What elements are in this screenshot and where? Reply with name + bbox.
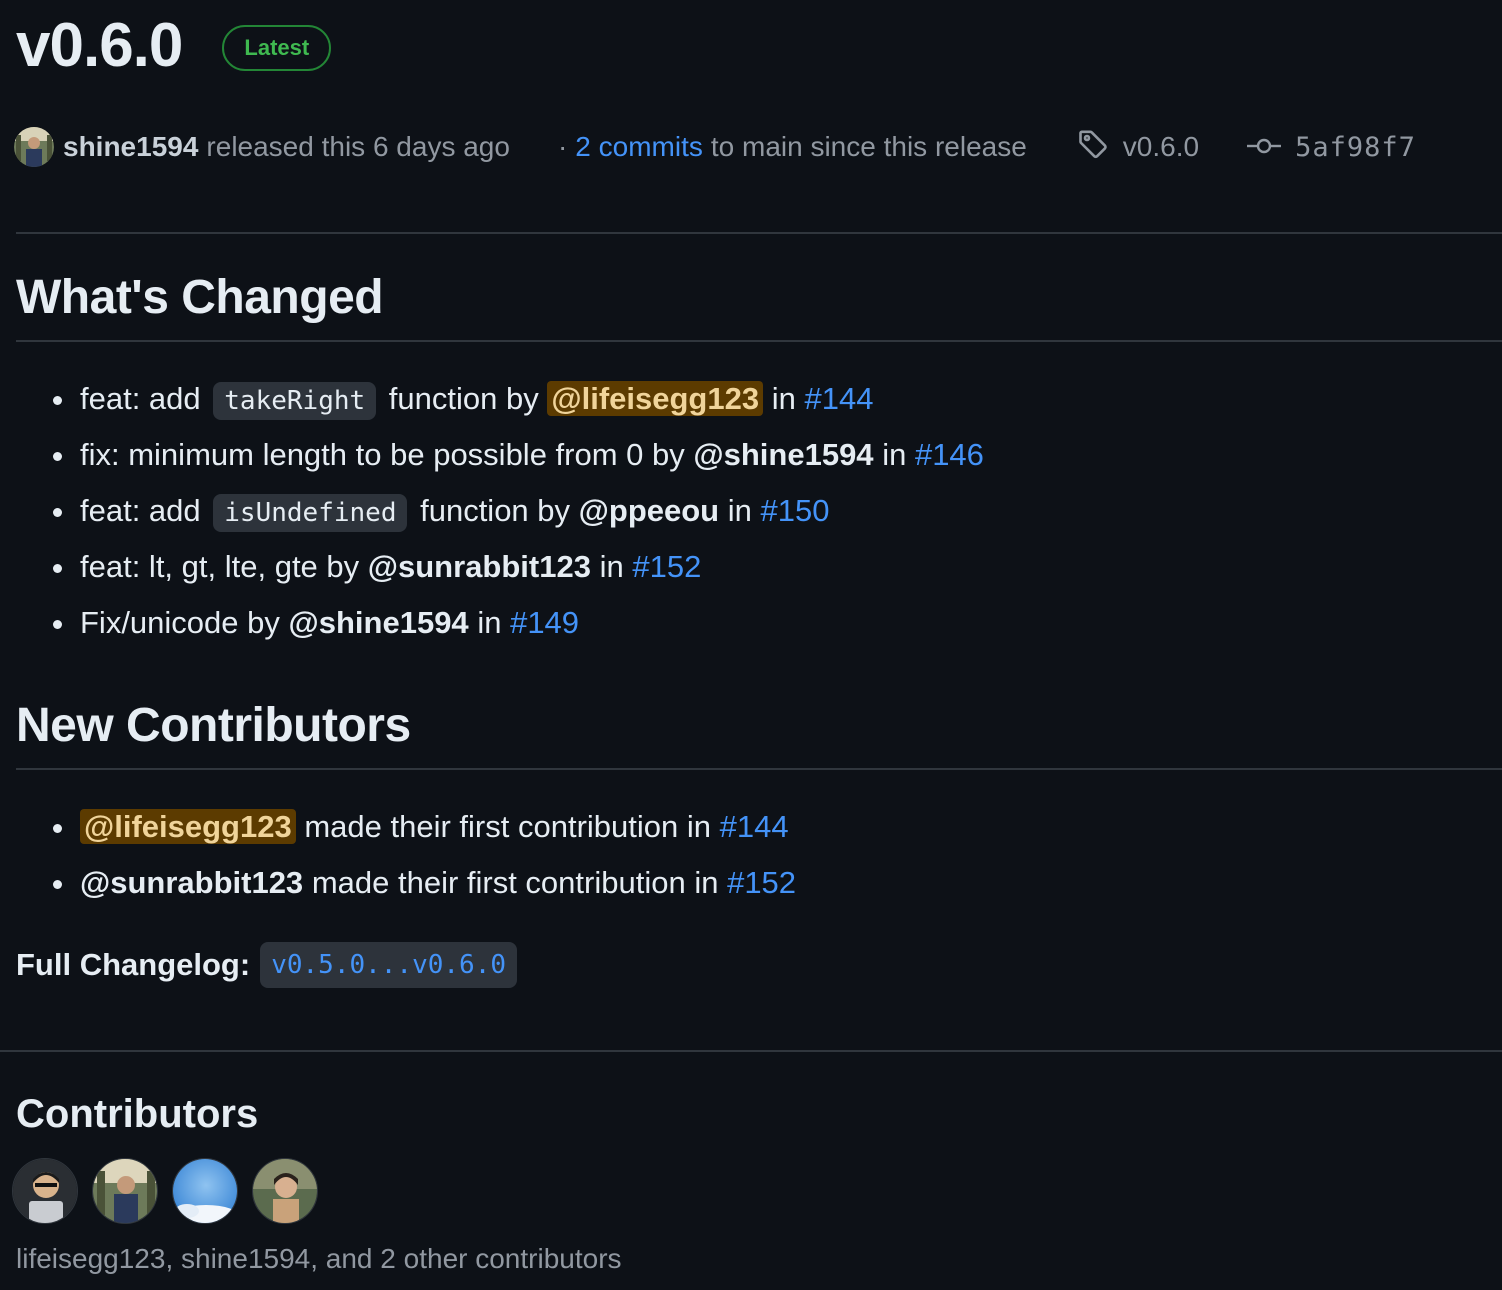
contributor-avatar[interactable]	[252, 1158, 318, 1224]
pr-link[interactable]: #150	[761, 493, 830, 528]
list-item: @sunrabbit123 made their first contribut…	[16, 855, 796, 911]
user-mention[interactable]: @ppeeou	[579, 493, 719, 528]
changes-list: feat: add takeRight function by @lifeise…	[16, 371, 984, 651]
pr-link[interactable]: #144	[804, 381, 873, 416]
user-mention[interactable]: @sunrabbit123	[80, 865, 303, 900]
item-text: function by	[420, 493, 571, 528]
latest-badge: Latest	[222, 24, 332, 71]
whats-changed-divider	[16, 340, 1502, 342]
contributor-avatar[interactable]	[12, 1158, 78, 1224]
list-item: fix: minimum length to be possible from …	[16, 427, 984, 483]
item-text: in	[882, 437, 907, 472]
inline-code: takeRight	[213, 382, 377, 420]
tag-label: v0.6.0	[1122, 131, 1200, 162]
pr-link[interactable]: #152	[632, 549, 701, 584]
commits-since-text: to main since this release	[710, 131, 1027, 162]
inline-code: isUndefined	[213, 494, 408, 532]
new-contributors-heading: New Contributors	[16, 699, 411, 752]
header-divider	[16, 232, 1502, 234]
contributors-summary: lifeisegg123, shine1594, and 2 other con…	[16, 1243, 622, 1274]
pr-link[interactable]: #152	[727, 865, 796, 900]
user-mention[interactable]: @lifeisegg123	[80, 809, 296, 844]
item-text: feat: add	[80, 493, 201, 528]
item-text: in	[477, 605, 502, 640]
item-text: feat: lt, gt, lte, gte by	[80, 549, 360, 584]
item-text: function by	[388, 381, 539, 416]
pr-link[interactable]: #146	[915, 437, 984, 472]
list-item: Fix/unicode by @shine1594 in #149	[16, 595, 984, 651]
commit-link[interactable]: 5af98f7	[1247, 131, 1416, 163]
list-item: feat: add takeRight function by @lifeise…	[16, 371, 984, 427]
commit-sha: 5af98f7	[1295, 131, 1416, 163]
list-item: @lifeisegg123 made their first contribut…	[16, 799, 796, 855]
full-changelog: Full Changelog: v0.5.0...v0.6.0	[16, 942, 518, 988]
pr-link[interactable]: #144	[720, 809, 789, 844]
item-text: made their first contribution in	[304, 809, 711, 844]
release-title[interactable]: v0.6.0	[16, 10, 183, 81]
tag-icon	[1077, 128, 1109, 167]
item-text: in	[599, 549, 624, 584]
commits-link[interactable]: 2 commits	[575, 131, 703, 163]
item-text: feat: add	[80, 381, 201, 416]
released-text: released this 6 days ago	[206, 131, 510, 162]
contributor-avatar[interactable]	[92, 1158, 158, 1224]
item-text: made their first contribution in	[311, 865, 719, 900]
full-changelog-label: Full Changelog:	[16, 947, 251, 982]
list-item: feat: add isUndefined function by @ppeeo…	[16, 483, 984, 539]
user-mention[interactable]: @lifeisegg123	[547, 381, 764, 416]
item-text: Fix/unicode by	[80, 605, 280, 640]
release-header: v0.6.0 Latest	[16, 10, 332, 81]
author-link[interactable]: shine1594	[63, 131, 198, 163]
new-contributors-list: @lifeisegg123 made their first contribut…	[16, 799, 796, 911]
author-avatar[interactable]	[14, 127, 54, 167]
item-text: in	[771, 381, 796, 416]
list-item: feat: lt, gt, lte, gte by @sunrabbit123 …	[16, 539, 984, 595]
user-mention[interactable]: @sunrabbit123	[368, 549, 591, 584]
meta-separator: ·	[557, 131, 568, 162]
contributor-avatar[interactable]	[172, 1158, 238, 1224]
contributors-divider	[0, 1050, 1502, 1052]
user-mention[interactable]: @shine1594	[289, 605, 469, 640]
user-mention[interactable]: @shine1594	[693, 437, 873, 472]
pr-link[interactable]: #149	[510, 605, 579, 640]
whats-changed-heading: What's Changed	[16, 271, 384, 324]
release-meta: shine1594 released this 6 days ago · 2 c…	[14, 124, 1494, 170]
contributor-avatars	[12, 1158, 332, 1224]
contributors-heading: Contributors	[16, 1092, 259, 1136]
new-contributors-divider	[16, 768, 1502, 770]
full-changelog-link[interactable]: v0.5.0...v0.6.0	[260, 942, 518, 988]
item-text: in	[727, 493, 752, 528]
commit-icon	[1247, 131, 1282, 163]
item-text: fix: minimum length to be possible from …	[80, 437, 685, 472]
tag-link[interactable]: v0.6.0	[1077, 128, 1199, 167]
